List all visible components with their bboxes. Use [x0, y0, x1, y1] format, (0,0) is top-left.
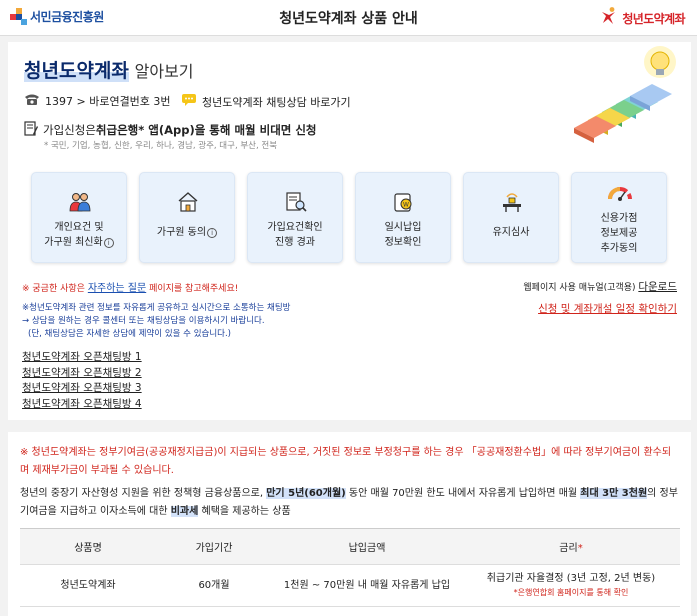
document-pen-icon — [24, 121, 38, 139]
step-label-line: 개인요건 및 — [54, 222, 104, 233]
jumping-person-icon — [599, 6, 619, 30]
notice-line: (단, 채팅상담은 자세한 상담에 제약이 있을 수 있습니다.) — [28, 329, 231, 339]
manual-download: 웹페이지 사용 매뉴얼(고객용) 다운로드 — [523, 279, 677, 294]
schedule-check-link[interactable]: 신청 및 계좌개설 일정 확인하기 — [538, 301, 677, 316]
step-eligibility-progress[interactable]: 가입요건확인 진행 경과 — [247, 172, 343, 263]
product-card: ※ 청년도약계좌는 정부기여금(공공재정지급금)이 지급되는 상품으로, 거짓된… — [8, 432, 691, 616]
step-household-consent[interactable]: 가구원 동의 i — [139, 172, 235, 263]
house-icon — [176, 191, 200, 213]
savings-stairs-illustration — [566, 44, 690, 154]
table-header-cell: 납입금액 — [272, 528, 462, 565]
family-icon — [68, 191, 92, 213]
step-eligibility-label: 가입요건확인 진행 경과 — [248, 220, 342, 250]
step-lump-sum-info[interactable]: W 일시납입 정보확인 — [355, 172, 451, 263]
chat-consult-text: 청년도약계좌 채팅상담 바로가기 — [202, 95, 351, 109]
desc-text: 동안 매월 70만원 한도 내에서 자유롭게 납입하면 매월 — [345, 488, 581, 499]
step-label-line: 유지심사 — [492, 227, 530, 238]
step-maintenance-label: 유지심사 — [464, 225, 558, 240]
phone-icon — [24, 93, 40, 109]
info-icon[interactable]: i — [103, 238, 114, 248]
review-desk-icon — [500, 191, 524, 213]
chat-bubble-icon — [181, 93, 197, 110]
intro-card: 청년도약계좌 알아보기 1397 > 바로연결번호 3번 청년도약계좌 채팅상담… — [8, 42, 691, 420]
table-cell-period: 60개월 — [156, 564, 272, 607]
coin-stack-icon: W — [392, 191, 416, 213]
page-title-rest: 알아보기 — [134, 62, 194, 81]
apply-method-prefix: 가입신청은 — [43, 123, 96, 137]
phone-contact-text: 1397 > 바로연결번호 3번 — [45, 95, 171, 108]
table-header-row: 상품명 가입기간 납입금액 금리* — [20, 528, 680, 565]
apply-method: 가입신청은 취급은행* 앱(App)을 통해 매월 비대면 신청 — [24, 121, 317, 139]
step-consent-label: 가구원 동의 i — [140, 225, 234, 240]
faq-notice: ※ 궁금한 사항은 자주하는 질문 페이지를 참고해주세요! — [22, 279, 238, 294]
info-icon[interactable]: i — [207, 228, 218, 238]
step-label-line: 추가동의 — [600, 243, 638, 254]
step-credit-bonus-consent[interactable]: 신용가점 정보제공 추가동의 — [571, 172, 667, 263]
youth-account-logo[interactable]: 청년도약계좌 — [599, 6, 686, 30]
notice-line: ※청년도약계좌 관련 정보를 자유롭게 공유하고 실시간으로 소통하는 채팅방 — [22, 303, 291, 313]
desc-highlight: 만기 5년(60개월) — [266, 488, 346, 499]
open-chat-link-2[interactable]: 청년도약계좌 오픈채팅방 2 — [22, 366, 142, 382]
open-chat-link-1[interactable]: 청년도약계좌 오픈채팅방 1 — [22, 350, 142, 366]
table-cell-rate: 취급기관 자율결정 (3년 고정, 2년 변동) *은행연합회 홈페이지를 통해… — [462, 564, 680, 607]
desc-highlight: 최대 3만 3천원 — [580, 488, 648, 499]
product-table: 상품명 가입기간 납입금액 금리* 청년도약계좌 60개월 1천원 ~ 70만원… — [20, 528, 680, 607]
required-mark: * — [577, 543, 583, 554]
page-header-title: 청년도약계좌 상품 안내 — [279, 11, 418, 27]
table-cell-name: 청년도약계좌 — [20, 564, 156, 607]
step-label-line: 가구원 동의 — [156, 227, 207, 238]
apply-method-bold: 취급은행* 앱(App)을 통해 매월 비대면 신청 — [95, 123, 317, 137]
manual-download-link[interactable]: 다운로드 — [638, 281, 677, 293]
app-header: 서민금융진흥원 청년도약계좌 상품 안내 청년도약계좌 — [0, 0, 697, 36]
open-chat-link-4[interactable]: 청년도약계좌 오픈채팅방 4 — [22, 397, 142, 413]
step-household-label: 개인요건 및 가구원 최신화 i — [32, 220, 126, 250]
phone-contact[interactable]: 1397 > 바로연결번호 3번 — [24, 93, 171, 109]
open-chat-notice: ※청년도약계좌 관련 정보를 자유롭게 공유하고 실시간으로 소통하는 채팅방 … — [22, 302, 290, 341]
svg-text:W: W — [403, 202, 409, 209]
notice-line: → 상담을 원하는 경우 콜센터 또는 채팅상담을 이용하시기 바랍니다. — [22, 316, 265, 326]
open-chat-links: 청년도약계좌 오픈채팅방 1 청년도약계좌 오픈채팅방 2 청년도약계좌 오픈채… — [22, 350, 142, 412]
rate-note: *은행연합회 홈페이지를 통해 확인 — [513, 587, 629, 597]
credit-gauge-icon — [608, 185, 632, 207]
desc-highlight: 비과세 — [170, 506, 199, 517]
table-header-cell: 상품명 — [20, 528, 156, 565]
step-lump-sum-label: 일시납입 정보확인 — [356, 220, 450, 250]
faq-prefix: ※ 궁금한 사항은 — [22, 284, 88, 294]
step-label-line: 정보제공 — [600, 228, 638, 239]
page-title-highlight: 청년도약계좌 — [24, 60, 129, 82]
fraud-warning: ※ 청년도약계좌는 정부기여금(공공재정지급금)이 지급되는 상품으로, 거짓된… — [20, 447, 672, 476]
document-search-icon — [284, 191, 308, 213]
table-header-cell: 금리* — [462, 528, 680, 565]
table-row: 청년도약계좌 60개월 1천원 ~ 70만원 내 매월 자유롭게 납입 취급기관… — [20, 564, 680, 607]
step-label-line: 가입요건확인 — [267, 222, 323, 233]
table-cell-amount: 1천원 ~ 70만원 내 매월 자유롭게 납입 — [272, 564, 462, 607]
step-label-line: 진행 경과 — [275, 237, 315, 248]
step-credit-label: 신용가점 정보제공 추가동의 — [572, 211, 666, 256]
product-description: 청년의 중장기 자산형성 지원을 위한 정책형 금융상품으로, 만기 5년(60… — [20, 485, 684, 521]
rate-header-text: 금리 — [559, 543, 578, 554]
table-header-cell: 가입기간 — [156, 528, 272, 565]
faq-suffix: 페이지를 참고해주세요! — [146, 284, 239, 294]
faq-link[interactable]: 자주하는 질문 — [88, 283, 146, 294]
desc-text: 청년의 중장기 자산형성 지원을 위한 정책형 금융상품으로, — [20, 488, 267, 499]
step-label-line: 가구원 최신화 — [44, 237, 103, 248]
rate-text: 취급기관 자율결정 (3년 고정, 2년 변동) — [486, 572, 656, 584]
youth-account-logo-text: 청년도약계좌 — [622, 11, 685, 26]
step-maintenance-review[interactable]: 유지심사 — [463, 172, 559, 263]
manual-prefix: 웹페이지 사용 매뉴얼(고객용) — [523, 283, 639, 293]
chat-consult-link[interactable]: 청년도약계좌 채팅상담 바로가기 — [181, 93, 351, 110]
open-chat-link-3[interactable]: 청년도약계좌 오픈채팅방 3 — [22, 381, 142, 397]
bank-list-note: * 국민, 기업, 농협, 신한, 우리, 하나, 경남, 광주, 대구, 부산… — [44, 141, 278, 151]
step-label-line: 정보확인 — [384, 237, 422, 248]
step-household-update[interactable]: 개인요건 및 가구원 최신화 i — [31, 172, 127, 263]
step-label-line: 신용가점 — [600, 213, 638, 224]
desc-text: 혜택을 제공하는 상품 — [198, 506, 291, 517]
step-label-line: 일시납입 — [384, 222, 422, 233]
page-title: 청년도약계좌 알아보기 — [24, 56, 194, 83]
